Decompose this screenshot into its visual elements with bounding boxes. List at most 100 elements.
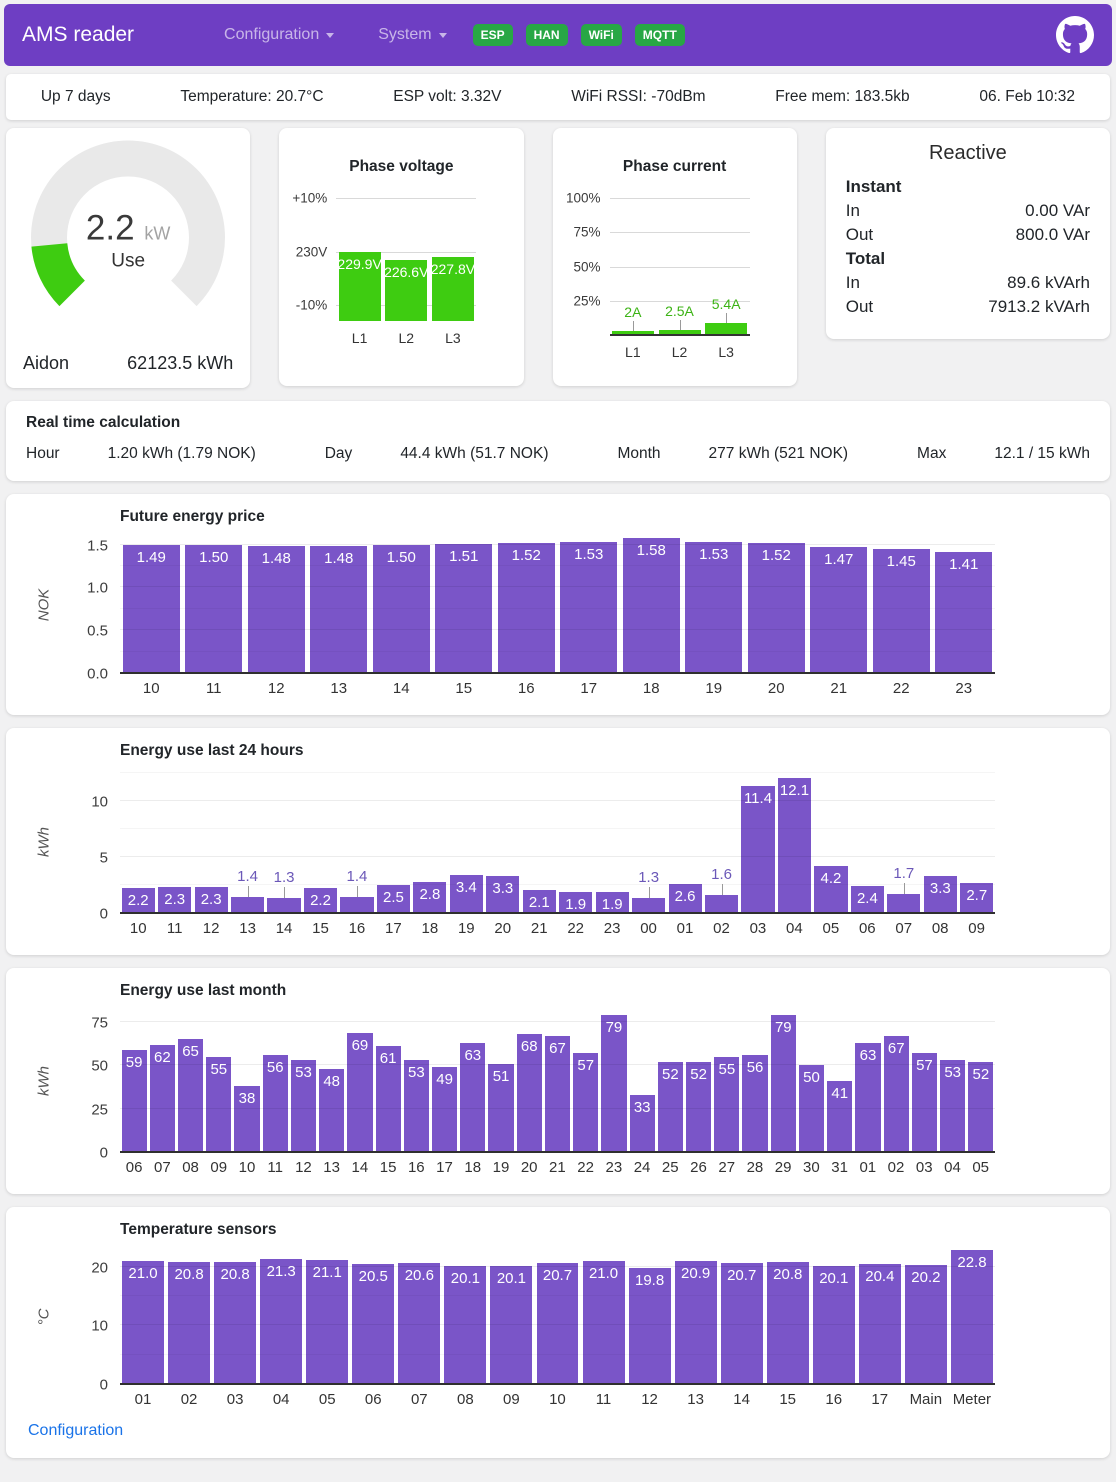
bar-value-label: 52 [658,1066,683,1083]
bar-value-label: 20.6 [398,1267,440,1284]
bar-value-label: 69 [347,1037,372,1054]
x-tick-label: 14 [266,920,302,937]
mqtt-status-badge: MQTT [635,24,685,46]
x-tick-label: 05 [967,1159,995,1176]
esp-status-badge: ESP [473,24,513,46]
realtime-calculation-card: Real time calculation Hour 1.20 kWh (1.7… [6,401,1110,481]
x-axis-labels: 1011121314151617181920212223000102030405… [120,920,995,937]
x-tick-label: 00 [630,920,666,937]
x-tick-label: 07 [148,1159,176,1176]
gridline [610,198,750,199]
bar-value-label: 1.53 [560,546,617,563]
x-tick-label: 09 [205,1159,233,1176]
x-tick-label: 20 [515,1159,543,1176]
y-tick-label: 1.5 [87,537,108,554]
x-tick-label: 23 [600,1159,628,1176]
github-link[interactable] [1056,16,1094,54]
plot-area: NOK0.00.51.01.51.491.501.481.481.501.511… [120,536,995,673]
x-tick-label: 11 [183,680,246,697]
bar-value-label: 57 [912,1057,937,1074]
x-tick-label: 17 [430,1159,458,1176]
bar-value-label: 3.4 [450,879,483,896]
bar-value-label: 21.1 [306,1264,348,1281]
bar-value-label: 11.4 [741,790,774,807]
y-tick-label: 25 [91,1101,108,1118]
bar-value-label: 63 [460,1047,485,1064]
x-tick-label: 06 [849,920,885,937]
gridline [120,1021,995,1022]
bar-value-label: 1.52 [498,547,555,564]
bar-value-label: 56 [742,1059,767,1076]
reactive-row: In 0.00 VAr [846,199,1090,223]
bar-value-label: 53 [404,1064,429,1081]
y-tick-label: 75 [91,1015,108,1032]
bar-value-label: 50 [799,1069,824,1086]
x-tick-label: 06 [120,1159,148,1176]
x-tick-label: 22 [557,920,593,937]
bar-value-label: 2.1 [523,894,556,911]
x-axis-labels: 1011121314151617181920212223 [120,680,995,697]
x-tick-label: 19 [487,1159,515,1176]
realtime-day: Day 44.4 kWh (51.7 NOK) [325,445,549,463]
hour-value: 1.20 kWh (1.79 NOK) [108,445,256,463]
bar-value-label: 1.52 [748,547,805,564]
app-title: AMS reader [22,23,134,47]
bar-value-label: 1.50 [185,549,242,566]
bar-value-label: 1.50 [373,549,430,566]
x-tick-label: 12 [193,920,229,937]
bar-value-label: 1.4 [330,868,383,885]
x-tick-label: 23 [933,680,996,697]
bar [705,895,738,913]
y-tick-label: 10 [91,794,108,811]
x-tick-label: L3 [430,330,477,346]
x-tick-label: 24 [628,1159,656,1176]
bar-value-label: 2.3 [195,891,228,908]
bar-value-label: 20.4 [859,1268,901,1285]
x-tick-label: 11 [580,1391,626,1408]
energy-last-month-card: Energy use last month kWh025507559626555… [6,968,1110,1194]
gridline [120,608,995,609]
x-tick-label: 08 [922,920,958,937]
bar-label-leader [722,884,723,895]
reactive-row: Out 800.0 VAr [846,223,1090,247]
nav-configuration-dropdown[interactable]: Configuration [224,26,334,44]
y-tick-label: 230V [296,244,328,259]
bar-value-label: 38 [234,1090,259,1107]
nav-system-dropdown[interactable]: System [378,26,446,44]
energy-last-month-chart: kWh0255075596265553856534869615349635168… [6,1010,1110,1176]
bar-value-label: 62 [150,1049,175,1066]
x-tick-label: 12 [245,680,308,697]
x-tick-label: 16 [339,920,375,937]
bar-value-label: 20.8 [767,1266,809,1283]
x-tick-label: 01 [854,1159,882,1176]
phase-current-card: Phase current 100%75%50%25%2A2.5A5.4AL1L… [553,128,797,386]
x-tick-label: 14 [346,1159,374,1176]
x-axis-labels: 0607080910111213141516171819202122232425… [120,1159,995,1176]
gridline [120,772,995,773]
x-axis-labels: 0102030405060708091011121314151617MainMe… [120,1391,995,1408]
x-axis-line [120,1151,995,1153]
app-header: AMS reader Configuration System ESP HAN … [4,4,1112,66]
gridline [120,1324,995,1325]
x-tick-label: 03 [740,920,776,937]
x-tick-label: L2 [383,330,430,346]
bar-label-leader [649,887,650,898]
chevron-down-icon [326,33,334,38]
x-tick-label: 02 [166,1391,212,1408]
x-tick-label: 21 [808,680,871,697]
x-tick-label: 26 [684,1159,712,1176]
y-tick-label: +10% [292,191,327,206]
bar-value-label: 1.9 [559,896,592,913]
bar-value-label: 55 [206,1061,231,1078]
bar-value-label: 1.9 [596,896,629,913]
reactive-total-in-label: In [846,271,860,295]
bar-value-label: 1.47 [810,551,867,568]
bar-value-label: 79 [601,1019,626,1036]
configuration-link[interactable]: Configuration [28,1422,123,1440]
energy-last24-chart: kWh05102.22.32.31.41.32.21.42.52.83.43.3… [6,770,1110,937]
hour-label: Hour [26,445,60,463]
x-axis-labels: L1L2L3 [610,344,750,360]
gridline [336,198,476,199]
x-tick-label: 27 [713,1159,741,1176]
bar-value-label: 21.3 [260,1263,302,1280]
